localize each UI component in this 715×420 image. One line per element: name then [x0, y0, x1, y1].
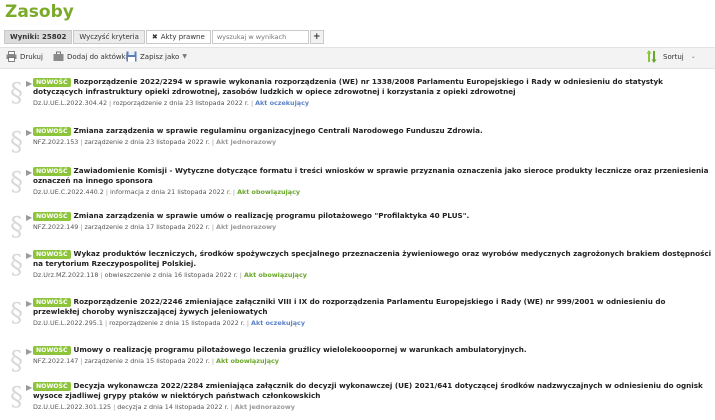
document-ref: NFZ.2022.147 [33, 357, 79, 365]
page-title: Zasoby [5, 2, 74, 22]
document-status: Akt jednorazowy [234, 403, 295, 411]
document-desc: rozporządzenie z dnia 23 listopada 2022 … [113, 99, 249, 107]
document-desc: zarządzenie z dnia 23 listopada 2022 r. [84, 138, 210, 146]
document-desc: zarządzenie z dnia 15 listopada 2022 r. [84, 357, 210, 365]
expand-arrow-icon[interactable]: ▶ [26, 383, 32, 392]
document-title[interactable]: Zawiadomienie Komisji - Wytyczne dotyczą… [33, 166, 708, 185]
document-title[interactable]: Umowy o realizację programu pilotażowego… [74, 345, 527, 354]
clear-filters-button[interactable]: Wyczyść kryteria [73, 30, 145, 44]
paragraph-icon: § [10, 212, 23, 242]
document-ref: NFZ.2022.153 [33, 138, 79, 146]
paragraph-icon: § [10, 127, 23, 157]
active-filter-tag[interactable]: ✖ Akty prawne [145, 30, 211, 44]
new-badge: NOWOŚĆ [33, 127, 71, 136]
new-badge: NOWOŚĆ [33, 167, 71, 176]
document-title[interactable]: Rozporządzenie 2022/2294 w sprawie wykon… [33, 77, 663, 96]
expand-arrow-icon[interactable]: ▶ [26, 251, 32, 260]
new-badge: NOWOŚĆ [33, 346, 71, 355]
document-ref: Dz.U.UE.L.2022.295.1 [33, 319, 103, 327]
new-badge: NOWOŚĆ [33, 212, 71, 221]
document-desc: decyzja z dnia 14 listopada 2022 r. [117, 403, 229, 411]
paragraph-icon: § [10, 298, 23, 328]
search-input[interactable] [212, 33, 308, 41]
chevron-down-icon: ▼ [182, 53, 187, 60]
filter-bar: Wyniki: 25802 Wyczyść kryteria ✖ Akty pr… [4, 30, 325, 44]
expand-arrow-icon[interactable]: ▶ [26, 299, 32, 308]
document-title[interactable]: Zmiana zarządzenia w sprawie regulaminu … [74, 126, 483, 135]
printer-icon [6, 51, 17, 62]
save-as-label: Zapisz jako [140, 52, 180, 61]
expand-arrow-icon[interactable]: ▶ [26, 213, 32, 222]
paragraph-icon: § [10, 382, 23, 412]
briefcase-icon [53, 51, 64, 62]
new-badge: NOWOŚĆ [33, 78, 71, 87]
new-badge: NOWOŚĆ [33, 382, 71, 391]
document-desc: rozporządzenie z dnia 15 listopada 2022 … [109, 319, 245, 327]
add-to-folder-label: Dodaj do aktówki [67, 52, 128, 61]
results-count: Wyniki: 25802 [4, 30, 73, 44]
search-in-results[interactable] [211, 30, 309, 44]
sort-label: Sortuj [663, 52, 684, 61]
expand-arrow-icon[interactable]: ▶ [26, 128, 32, 137]
sort-arrows-icon [646, 50, 657, 63]
print-button[interactable]: Drukuj [6, 51, 43, 62]
document-desc: informacja z dnia 21 listopada 2022 r. [110, 188, 231, 196]
document-status: Akt obowiązujący [237, 188, 301, 196]
results-toolbar: Drukuj Dodaj do aktówki Zapisz jako ▼ So… [0, 47, 715, 69]
document-ref: NFZ.2022.149 [33, 223, 79, 231]
paragraph-icon: § [10, 167, 23, 197]
sort-button[interactable]: Sortuj ⌄ [646, 50, 696, 63]
document-status: Akt obowiązujący [216, 357, 279, 365]
save-as-button[interactable]: Zapisz jako ▼ [126, 51, 187, 62]
new-badge: NOWOŚĆ [33, 298, 71, 307]
document-ref: Dz.U.UE.C.2022.440.2 [33, 188, 104, 196]
document-title[interactable]: Decyzja wykonawcza 2022/2284 zmieniająca… [33, 381, 703, 400]
expand-arrow-icon[interactable]: ▶ [26, 168, 32, 177]
paragraph-icon: § [10, 346, 23, 376]
document-title[interactable]: Zmiana zarządzenia w sprawie umów o real… [74, 211, 470, 220]
document-desc: zarządzenie z dnia 17 listopada 2022 r. [84, 223, 210, 231]
document-status: Akt jednorazowy [216, 223, 277, 231]
document-status: Akt oczekujący [251, 319, 305, 327]
document-title[interactable]: Rozporządzenie 2022/2246 zmieniające zał… [33, 297, 665, 316]
print-label: Drukuj [20, 52, 43, 61]
expand-arrow-icon[interactable]: ▶ [26, 79, 32, 88]
active-filter-label: Akty prawne [160, 33, 205, 41]
document-ref: Dz.U.UE.L.2022.301.125 [33, 403, 112, 411]
floppy-disk-icon [126, 51, 137, 62]
document-title[interactable]: Wykaz produktów leczniczych, środków spo… [33, 249, 711, 268]
document-status: Akt oczekujący [255, 99, 310, 107]
remove-filter-icon[interactable]: ✖ [152, 33, 158, 41]
paragraph-icon: § [10, 78, 23, 108]
chevron-down-icon: ⌄ [690, 53, 696, 60]
paragraph-icon: § [10, 250, 23, 280]
document-status: Akt obowiązujący [243, 271, 307, 279]
add-to-folder-button[interactable]: Dodaj do aktówki [53, 51, 128, 62]
document-desc: obwieszczenie z dnia 16 listopada 2022 r… [104, 271, 238, 279]
document-status: Akt jednorazowy [216, 138, 277, 146]
document-ref: Dz.U.UE.L.2022.304.42 [33, 99, 108, 107]
document-ref: Dz.Urz.MZ.2022.118 [33, 271, 99, 279]
add-filter-button[interactable]: + [309, 30, 324, 44]
expand-arrow-icon[interactable]: ▶ [26, 347, 32, 356]
new-badge: NOWOŚĆ [33, 250, 71, 259]
